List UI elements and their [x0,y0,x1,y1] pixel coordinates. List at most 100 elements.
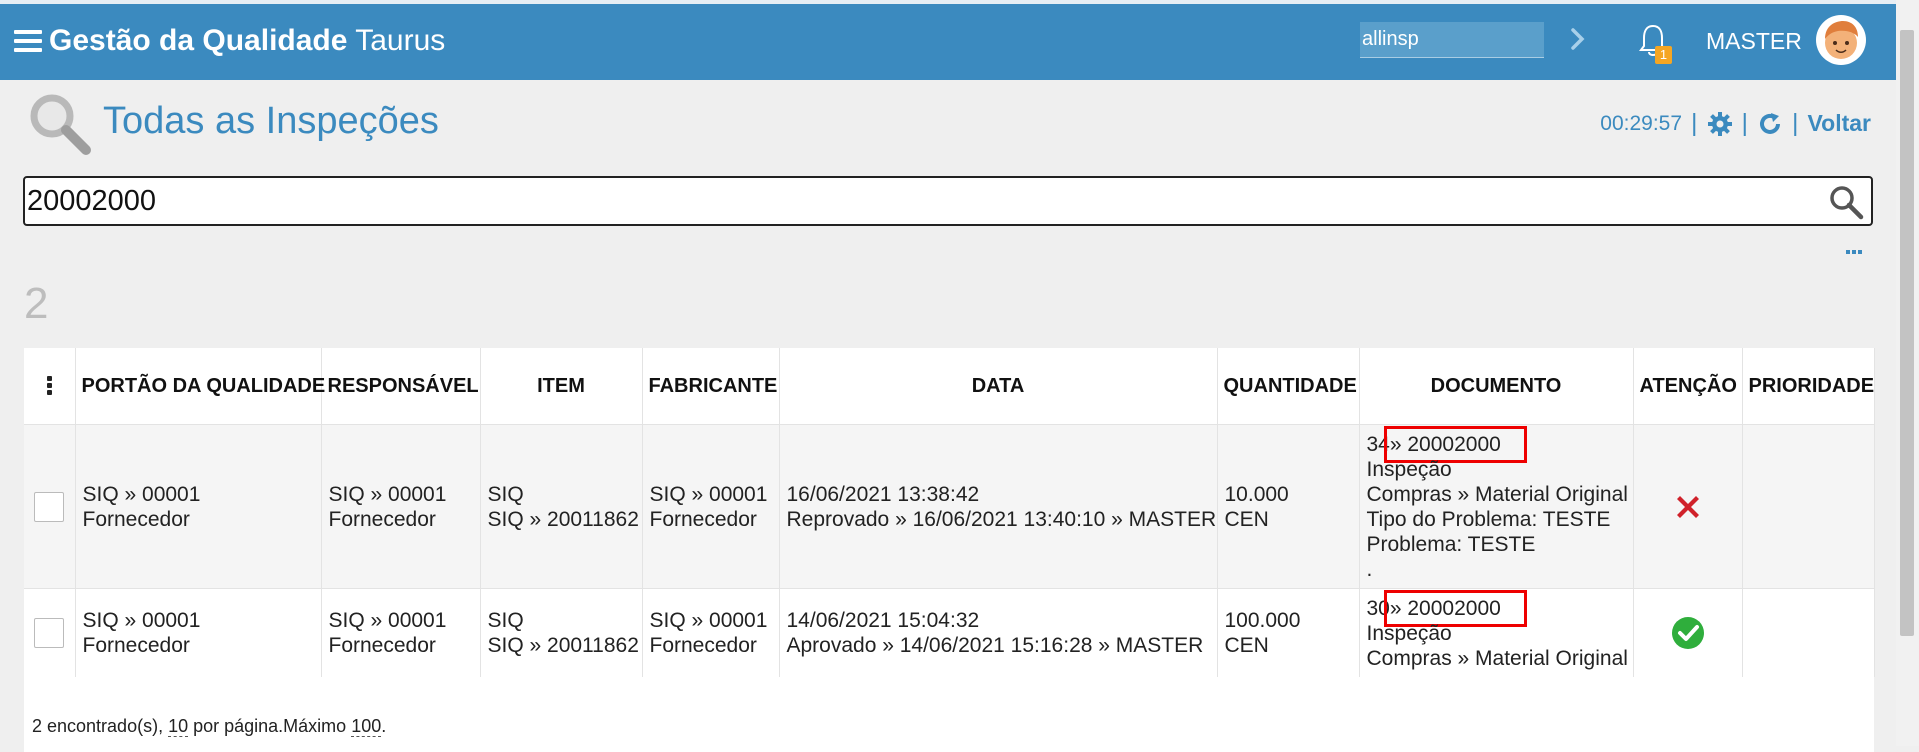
page-toolbar: 00:29:57 | | | Voltar [1600,109,1871,138]
document-number-highlight[interactable]: » 20002000 [1383,589,1527,627]
quantity-unit: CEN [1224,507,1269,531]
scrollbar-thumb[interactable] [1900,30,1914,636]
responsible-cell: SIQ » 00001 Fornecedor [321,588,481,677]
toolbar-separator: | [1792,109,1799,137]
main-search-box [23,176,1873,226]
gate-cell: SIQ » 00001 Fornecedor [75,588,322,677]
item-cell: SIQ SIQ » 20011862 [480,424,643,589]
document-category: Compras » Material Original [1366,482,1628,506]
x-icon [1676,495,1699,518]
inspection-status: Reprovado » 16/06/2021 13:40:10 » MASTER [786,507,1217,531]
quantity-value: 10.000 [1224,482,1289,506]
problem-type: Tipo do Problema: TESTE [1366,507,1611,531]
gear-icon[interactable] [1707,111,1733,137]
toolbar-separator: | [1741,109,1749,137]
app-title: Gestão da Qualidade Taurus [49,24,445,58]
column-menu[interactable] [24,348,76,425]
app-title-rest: Taurus [355,24,446,57]
gate-name: Fornecedor [82,507,190,531]
magnifier-icon [30,94,91,155]
more-options-icon[interactable] [1846,241,1864,254]
priority-cell [1742,424,1875,589]
manufacturer-name: Fornecedor [649,634,757,657]
quantity-unit: CEN [1224,634,1269,657]
max-selector[interactable]: 100 [351,716,382,737]
header-document[interactable]: DOCUMENTO [1359,348,1634,425]
document-number-line: 34» 20002000 [1366,425,1626,463]
context-input[interactable] [1360,22,1544,58]
quantity-cell: 100.000 CEN [1217,588,1360,677]
responsible-cell: SIQ » 00001 Fornecedor [321,424,481,589]
table-footer: 2 encontrado(s), 10 por página.Máximo 10… [24,700,1874,752]
item-type: SIQ [487,609,524,632]
scrollbar[interactable] [1896,0,1919,746]
notification-badge: 1 [1655,46,1672,64]
chevron-right-icon[interactable] [1565,27,1589,51]
attention-cell [1633,588,1743,677]
row-select-cell [24,424,76,589]
document-type: Inspeção [1366,457,1452,481]
hamburger-menu-icon[interactable] [14,30,42,52]
gate-code: SIQ » 00001 [82,482,201,506]
avatar-icon[interactable] [1816,15,1866,65]
table-row[interactable]: SIQ » 00001 Fornecedor SIQ » 00001 Fornece… [24,588,1875,677]
quantity-value: 100.000 [1224,609,1301,632]
document-prefix: 30 [1366,596,1390,620]
refresh-icon[interactable] [1757,111,1783,137]
per-page-text: por página.Máximo [188,716,352,736]
date-cell: 14/06/2021 15:04:32 Aprovado » 14/06/2021… [779,588,1218,677]
inspection-date: 14/06/2021 15:04:32 [786,609,980,632]
inspections-table: PORTÃO DA QUALIDADE RESPONSÁVEL ITEM FAB… [24,348,1875,677]
search-input[interactable] [27,184,1787,218]
header-gate[interactable]: PORTÃO DA QUALIDADE [75,348,325,425]
back-link[interactable]: Voltar [1808,110,1871,137]
responsible-code: SIQ » 00001 [328,482,447,506]
found-count-text: 2 encontrado(s), [32,716,169,736]
priority-cell [1742,588,1875,677]
document-prefix: 34 [1366,432,1390,456]
row-select-cell [24,588,76,677]
result-count: 2 [24,279,49,328]
footer-end: . [381,716,387,736]
top-border [0,0,1919,4]
header-item[interactable]: ITEM [480,348,643,425]
attention-cell [1633,424,1743,589]
document-category: Compras » Material Original [1366,646,1628,670]
manufacturer-cell: SIQ » 00001 Fornecedor [642,588,780,677]
row-checkbox[interactable] [34,491,65,522]
quantity-cell: 10.000 CEN [1217,424,1360,589]
inspections-table-container: PORTÃO DA QUALIDADE RESPONSÁVEL ITEM FAB… [24,348,1875,752]
row-checkbox[interactable] [34,618,65,648]
document-cell: 34» 20002000 Inspeção Compras » Material… [1359,424,1634,589]
table-header-row: PORTÃO DA QUALIDADE RESPONSÁVEL ITEM FAB… [24,348,1875,425]
manufacturer-name: Fornecedor [649,507,757,531]
header-manufacturer[interactable]: FABRICANTE [642,348,780,425]
inspection-date: 16/06/2021 13:38:42 [786,482,980,506]
problem-description: Problema: TESTE [1366,532,1536,556]
document-number-line: 30» 20002000 [1366,589,1626,627]
header-quantity[interactable]: QUANTIDADE [1217,348,1360,425]
header-attention[interactable]: ATENÇÃO [1633,348,1743,425]
gate-code: SIQ » 00001 [82,609,201,632]
vertical-dots-icon[interactable] [46,375,52,395]
header-priority[interactable]: PRIORIDADE [1742,348,1875,425]
gate-name: Fornecedor [82,634,190,657]
search-icon[interactable] [1827,184,1865,220]
document-type: Inspeção [1366,621,1452,645]
table-row[interactable]: SIQ » 00001 Fornecedor SIQ » 00001 Fornece… [24,424,1875,589]
manufacturer-code: SIQ » 00001 [649,609,768,632]
gate-cell: SIQ » 00001 Fornecedor [75,424,322,589]
per-page-selector[interactable]: 10 [168,716,189,737]
header-date[interactable]: DATA [779,348,1218,425]
document-number-highlight[interactable]: » 20002000 [1383,425,1527,463]
document-cell: 30» 20002000 Inspeção Compras » Material… [1359,588,1634,677]
manufacturer-code: SIQ » 00001 [649,482,768,506]
item-code: SIQ » 20011862 [487,507,639,531]
username[interactable]: MASTER [1706,28,1802,55]
header-responsible[interactable]: RESPONSÁVEL [321,348,481,425]
document-extra: . [1366,557,1373,581]
item-code: SIQ » 20011862 [487,634,639,657]
page-title: Todas as Inspeções [103,100,439,142]
item-cell: SIQ SIQ » 20011862 [480,588,643,677]
responsible-name: Fornecedor [328,507,436,531]
